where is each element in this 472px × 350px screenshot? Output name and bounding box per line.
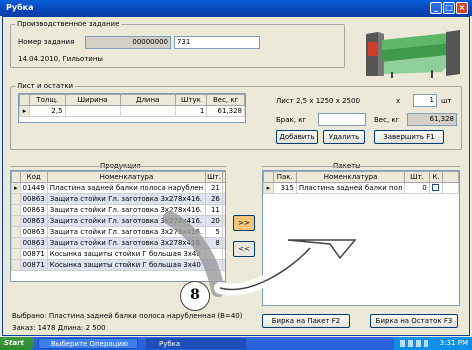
products-divider bbox=[10, 166, 226, 167]
taskbar-item-operation[interactable]: Выберите Операцию bbox=[38, 338, 138, 349]
job-number-extra-field[interactable]: 731 bbox=[174, 36, 260, 49]
maximize-icon[interactable]: □ bbox=[443, 2, 455, 14]
product-code[interactable]: 00863 bbox=[19, 215, 48, 227]
sheet-cell-width[interactable] bbox=[64, 105, 121, 117]
sheet-row-selector-header bbox=[19, 94, 30, 106]
sheet-grid: Толщ. Ширина Длина Штук Вес, кг ▸ 2,5 1 … bbox=[18, 93, 246, 123]
products-col-qty[interactable]: Шт. bbox=[205, 171, 223, 183]
sheet-row[interactable]: ▸ 2,5 1 61,328 bbox=[19, 105, 245, 117]
sheet-desc: Лист 2,5 x 1250 x 2500 bbox=[276, 97, 360, 105]
delete-button[interactable]: Удалить bbox=[323, 130, 365, 144]
scroll-cell bbox=[221, 182, 225, 194]
product-name[interactable]: Защита стойки Гл. заготовка 3х278х416. bbox=[46, 193, 207, 205]
sheet-cell-count[interactable]: 1 bbox=[174, 105, 208, 117]
step-marker: 8 bbox=[180, 281, 210, 311]
job-date-line: 14.04.2010, Гильотины bbox=[18, 55, 103, 63]
weight-field: 61,328 bbox=[407, 113, 457, 126]
job-legend: Производственное задание bbox=[17, 20, 120, 28]
row-selector bbox=[11, 204, 21, 216]
product-code[interactable]: 01449 bbox=[19, 182, 48, 194]
sheet-col-thickness[interactable]: Толщ. bbox=[28, 94, 66, 106]
sheet-cell-length[interactable] bbox=[119, 105, 176, 117]
sheet-col-weight[interactable]: Вес, кг bbox=[206, 94, 245, 106]
product-row[interactable]: 00863 Защита стойки Гл. заготовка 3х278х… bbox=[11, 193, 225, 205]
product-code[interactable]: 00863 bbox=[19, 193, 48, 205]
product-code[interactable]: 00863 bbox=[19, 237, 48, 249]
sheet-col-count[interactable]: Штук bbox=[174, 94, 208, 106]
window-title: Рубка bbox=[6, 3, 34, 12]
products-col-code[interactable]: Код bbox=[19, 171, 48, 183]
products-col-name[interactable]: Номенклатура bbox=[46, 171, 207, 183]
product-code[interactable]: 00871 bbox=[19, 259, 48, 271]
product-code[interactable]: 00871 bbox=[19, 248, 48, 260]
packages-scroll-header bbox=[442, 171, 459, 183]
package-row[interactable]: ▸ 315 Пластина задней балки пол 0 bbox=[263, 182, 459, 194]
system-tray: 3:31 PM bbox=[394, 337, 472, 350]
products-header-row: Код Номенклатура Шт. bbox=[11, 171, 225, 183]
product-name[interactable]: Пластина задней балки полоса нарублен bbox=[46, 182, 207, 194]
package-checkbox-cell[interactable] bbox=[428, 182, 444, 194]
tray-icons bbox=[400, 340, 428, 347]
sheet-legend: Лист и остатки bbox=[17, 82, 74, 90]
row-pointer-icon: ▸ bbox=[11, 182, 21, 194]
sheet-col-length[interactable]: Длина bbox=[119, 94, 176, 106]
order-line: Заказ: 1478 Длина: 2 500 bbox=[12, 324, 106, 332]
product-row[interactable]: ▸ 01449 Пластина задней балки полоса нар… bbox=[11, 182, 225, 194]
packages-col-qty[interactable]: Шт. bbox=[404, 171, 430, 183]
scroll-cell bbox=[442, 182, 459, 194]
packages-col-pack[interactable]: Пак. bbox=[272, 171, 297, 183]
tag-remainder-button[interactable]: Бирка на Остаток F3 bbox=[370, 314, 458, 328]
row-selector bbox=[11, 215, 21, 227]
product-code[interactable]: 00863 bbox=[19, 204, 48, 216]
package-number[interactable]: 315 bbox=[272, 182, 297, 194]
products-scroll-header bbox=[221, 171, 225, 183]
sheet-count-unit: шт bbox=[441, 97, 452, 105]
scrap-field[interactable] bbox=[318, 113, 366, 126]
product-code[interactable]: 00863 bbox=[19, 226, 48, 238]
packages-col-name[interactable]: Номенклатура bbox=[295, 171, 406, 183]
clock: 3:31 PM bbox=[439, 339, 468, 347]
row-pointer-icon: ▸ bbox=[19, 105, 30, 117]
row-selector bbox=[11, 193, 21, 205]
sheet-cell-thickness[interactable]: 2,5 bbox=[28, 105, 66, 117]
packages-row-selector-header bbox=[263, 171, 274, 183]
packages-divider bbox=[262, 166, 460, 167]
start-button[interactable]: Start bbox=[0, 337, 34, 350]
scrap-label: Брак, кг bbox=[276, 116, 307, 124]
taskbar-item-rubka[interactable]: Рубка bbox=[146, 338, 246, 349]
product-qty[interactable]: 21 bbox=[205, 182, 223, 194]
title-bar: Рубка _ □ × bbox=[0, 0, 472, 16]
package-checkbox[interactable] bbox=[431, 183, 439, 191]
taskbar: Start Выберите Операцию Рубка 3:31 PM bbox=[0, 337, 472, 350]
row-selector bbox=[11, 248, 21, 260]
sheet-x-label: x bbox=[396, 97, 401, 105]
package-name[interactable]: Пластина задней балки пол bbox=[295, 182, 406, 194]
row-selector bbox=[11, 226, 21, 238]
row-pointer-icon: ▸ bbox=[263, 182, 274, 194]
row-selector bbox=[11, 237, 21, 249]
packages-col-k[interactable]: К. bbox=[428, 171, 444, 183]
sheet-header-row: Толщ. Ширина Длина Штук Вес, кг bbox=[19, 94, 245, 106]
add-button[interactable]: Добавить bbox=[276, 130, 318, 144]
finish-button[interactable]: Завершить F1 bbox=[374, 130, 444, 144]
job-number-label: Номер задания bbox=[18, 38, 75, 46]
close-icon[interactable]: × bbox=[456, 2, 468, 14]
product-qty[interactable]: 26 bbox=[205, 193, 223, 205]
sheet-cell-weight[interactable]: 61,328 bbox=[206, 105, 245, 117]
weight-label: Вес, кг bbox=[374, 116, 400, 124]
package-qty[interactable]: 0 bbox=[404, 182, 430, 194]
sheet-count-field[interactable]: 1 bbox=[413, 94, 437, 107]
row-selector bbox=[11, 259, 21, 271]
minimize-icon[interactable]: _ bbox=[430, 2, 442, 14]
guillotine-image bbox=[366, 30, 460, 78]
job-number-field[interactable]: 00000000 bbox=[85, 36, 171, 49]
packages-header-row: Пак. Номенклатура Шт. К. bbox=[263, 171, 459, 183]
products-row-selector-header bbox=[11, 171, 21, 183]
scroll-cell bbox=[221, 193, 225, 205]
sheet-col-width[interactable]: Ширина bbox=[64, 94, 121, 106]
